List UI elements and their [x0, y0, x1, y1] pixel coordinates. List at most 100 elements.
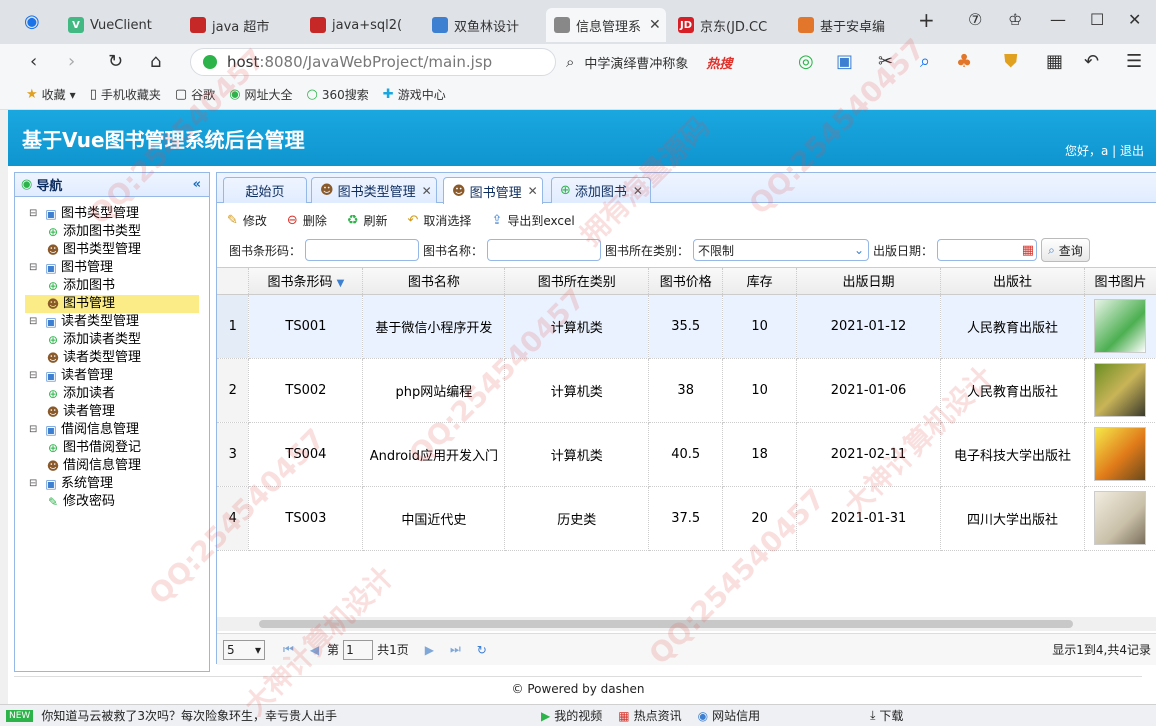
bookmark-hao[interactable]: ◉ 网址大全: [229, 86, 292, 103]
minimize-icon[interactable]: —: [1050, 10, 1066, 29]
browser-tab-info-system[interactable]: 信息管理系 ✕: [546, 8, 666, 42]
back-icon[interactable]: ‹: [30, 52, 37, 72]
col-barcode[interactable]: 图书条形码 ▼: [248, 268, 364, 295]
search-box[interactable]: ⌕ 中学演绎曹冲称象 热搜: [566, 48, 782, 76]
close-tab-icon[interactable]: ✕: [528, 184, 538, 198]
tree-item-add-reader[interactable]: ⊕ 添加读者: [15, 385, 209, 403]
browser-tab-shuangyulin[interactable]: 双鱼林设计: [424, 8, 542, 42]
undo-icon[interactable]: ↶: [1084, 52, 1099, 72]
close-tab-icon[interactable]: ✕: [422, 184, 432, 198]
refresh-button[interactable]: ♻ 刷新: [347, 212, 388, 229]
translate-icon[interactable]: ▣: [836, 52, 853, 72]
browser-tab-jd[interactable]: JD 京东(JD.CC: [670, 8, 788, 42]
book-type-select[interactable]: 不限制 ⌄: [693, 239, 870, 261]
calendar-icon[interactable]: ▦: [1022, 243, 1034, 258]
col-stock[interactable]: 库存: [722, 268, 798, 295]
tab-booktype[interactable]: ☻ 图书类型管理 ✕: [311, 177, 437, 203]
close-tab-icon[interactable]: ✕: [633, 184, 643, 198]
reload-icon[interactable]: ↻: [108, 52, 123, 72]
nav-panel-header: ◉ 导航 «: [15, 173, 209, 197]
tree-item-reader-manage[interactable]: ☻ 读者管理: [15, 403, 209, 421]
tree-item-borrow-manage[interactable]: ☻ 借阅信息管理: [15, 457, 209, 475]
col-name[interactable]: 图书名称: [362, 268, 506, 295]
tab-book-manage[interactable]: ☻ 图书管理 ✕: [443, 177, 543, 204]
book-name-input[interactable]: [487, 239, 602, 261]
news-ticker[interactable]: 你知道马云被救了3次吗？每次险象环生，幸亏贵人出手: [41, 707, 337, 724]
tree-node-system[interactable]: ⊟ ▣ 系统管理: [15, 475, 209, 493]
browser-tab-android[interactable]: 基于安卓编: [790, 8, 908, 42]
tree-node-reader[interactable]: ⊟ ▣ 读者管理: [15, 367, 209, 385]
table-row[interactable]: 4 TS003 中国近代史 历史类 37.5 20 2021-01-31 四川大…: [217, 486, 1156, 551]
scrollbar-thumb[interactable]: [259, 620, 1073, 628]
col-image[interactable]: 图书图片: [1084, 268, 1156, 295]
tab-count-icon[interactable]: ⑦: [968, 10, 982, 29]
close-tab-icon[interactable]: ✕: [649, 17, 661, 33]
maximize-icon[interactable]: ☐: [1090, 10, 1104, 29]
collapse-icon[interactable]: «: [193, 177, 201, 192]
query-button[interactable]: ⌕ 查询: [1041, 238, 1090, 262]
shield-icon[interactable]: ⛊: [1004, 52, 1018, 72]
next-page-icon[interactable]: ▶: [425, 643, 434, 657]
publish-date-input[interactable]: ▦: [937, 239, 1038, 261]
edit-button[interactable]: ✎ 修改: [227, 212, 267, 229]
browser-tab-java-sql[interactable]: java+sql2(: [302, 8, 420, 42]
tree-node-book[interactable]: ⊟ ▣ 图书管理: [15, 259, 209, 277]
status-video[interactable]: ▶ 我的视频: [541, 707, 602, 724]
status-credit[interactable]: ◉ 网站信用: [698, 707, 761, 724]
col-press[interactable]: 出版社: [940, 268, 1085, 295]
tree-item-add-book[interactable]: ⊕ 添加图书: [15, 277, 209, 295]
status-download[interactable]: ⤓ 下载: [870, 707, 903, 724]
logout-link[interactable]: 退出: [1120, 144, 1144, 158]
first-page-icon[interactable]: ⏮: [283, 642, 294, 657]
barcode-input[interactable]: [305, 239, 420, 261]
tree-node-borrow[interactable]: ⊟ ▣ 借阅信息管理: [15, 421, 209, 439]
unselect-button[interactable]: ↶ 取消选择: [408, 212, 472, 229]
tab-home[interactable]: 起始页: [223, 177, 307, 203]
bookmark-favorites[interactable]: ★ 收藏 ▾: [26, 86, 76, 103]
new-tab-icon[interactable]: +: [918, 8, 935, 32]
col-price[interactable]: 图书价格: [648, 268, 724, 295]
table-row[interactable]: 1 TS001 基于微信小程序开发 计算机类 35.5 10 2021-01-1…: [217, 294, 1156, 359]
tree-item-add-readertype[interactable]: ⊕ 添加读者类型: [15, 331, 209, 349]
last-page-icon[interactable]: ⏭: [450, 642, 461, 657]
menu-icon[interactable]: ☰: [1126, 52, 1142, 72]
horizontal-scrollbar[interactable]: [217, 617, 1156, 631]
shirt-icon[interactable]: ♔: [1008, 10, 1022, 29]
browser-tab-vueclient[interactable]: V VueClient: [60, 8, 178, 42]
scissors-icon[interactable]: ✂: [878, 52, 893, 72]
tree-item-book-manage[interactable]: ☻ 图书管理: [25, 295, 199, 313]
table-row[interactable]: 3 TS004 Android应用开发入门 计算机类 40.5 18 2021-…: [217, 422, 1156, 487]
browser-tab-java-market[interactable]: java 超市: [182, 8, 300, 42]
reload-icon[interactable]: ↻: [477, 643, 487, 657]
export-button[interactable]: ⇪ 导出到excel: [491, 212, 574, 229]
tree-item-booktype-manage[interactable]: ☻ 图书类型管理: [15, 241, 209, 259]
bookmark-games[interactable]: ✚ 游戏中心: [383, 86, 446, 103]
address-bar[interactable]: host:8080/JavaWebProject/main.jsp: [190, 48, 556, 76]
tree-item-add-borrow[interactable]: ⊕ 图书借阅登记: [15, 439, 209, 457]
game-icon[interactable]: ♣: [956, 52, 972, 72]
tree-item-add-booktype[interactable]: ⊕ 添加图书类型: [15, 223, 209, 241]
forward-icon[interactable]: ›: [68, 52, 75, 72]
page-size-select[interactable]: 5 ▾: [223, 639, 265, 660]
bookmark-google[interactable]: ▢ 谷歌: [175, 86, 215, 103]
tree-node-readertype[interactable]: ⊟ ▣ 读者类型管理: [15, 313, 209, 331]
table-row[interactable]: 2 TS002 php网站编程 计算机类 38 10 2021-01-06 人民…: [217, 358, 1156, 423]
tree-item-readertype-manage[interactable]: ☻ 读者类型管理: [15, 349, 209, 367]
close-window-icon[interactable]: ✕: [1128, 10, 1141, 29]
globe-icon: ◉: [21, 177, 33, 192]
col-type[interactable]: 图书所在类别: [504, 268, 650, 295]
col-date[interactable]: 出版日期: [796, 268, 941, 295]
zoom-icon[interactable]: ⌕: [920, 52, 930, 72]
status-news[interactable]: ▦ 热点资讯: [618, 707, 681, 724]
wechat-icon[interactable]: ◎: [798, 52, 814, 72]
home-icon[interactable]: ⌂: [150, 52, 161, 72]
bookmark-360[interactable]: ○ 360搜索: [307, 86, 369, 103]
tree-item-change-password[interactable]: ✎ 修改密码: [15, 493, 209, 511]
prev-page-icon[interactable]: ◀: [310, 643, 319, 657]
bookmark-mobile[interactable]: ▯ 手机收藏夹: [90, 86, 161, 103]
tree-node-booktype[interactable]: ⊟ ▣ 图书类型管理: [15, 205, 209, 223]
delete-button[interactable]: ⊖ 删除: [287, 212, 327, 229]
page-number-input[interactable]: 1: [343, 639, 374, 660]
grid-apps-icon[interactable]: ▦: [1046, 52, 1063, 72]
tab-add-book[interactable]: ⊕ 添加图书 ✕: [551, 177, 651, 203]
